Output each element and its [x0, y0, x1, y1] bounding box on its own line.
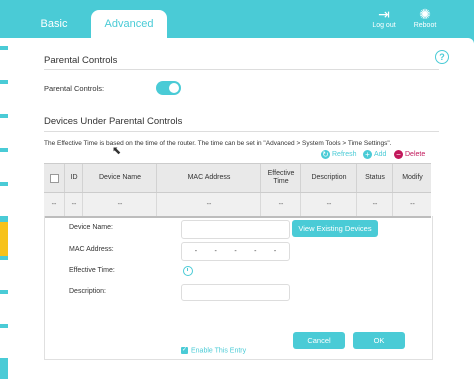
clock-icon[interactable] [183, 266, 193, 276]
view-existing-devices-button[interactable]: View Existing Devices [292, 220, 378, 237]
ok-button[interactable]: OK [353, 332, 405, 349]
rail-segment[interactable] [0, 118, 8, 148]
help-icon[interactable]: ? [435, 50, 449, 64]
delete-icon: − [394, 149, 403, 159]
description-label: Description: [69, 288, 106, 295]
rail-segment[interactable] [0, 294, 8, 324]
rail-segment[interactable] [0, 186, 8, 216]
parental-controls-toggle[interactable] [156, 81, 181, 95]
reboot-label: Reboot [413, 22, 437, 29]
reboot-button[interactable]: ✺ Reboot [405, 6, 445, 29]
toggle-knob [169, 83, 179, 93]
add-button[interactable]: + Add [363, 149, 386, 160]
refresh-icon: ↻ [321, 149, 330, 159]
row-cell: -- [156, 193, 261, 216]
checkbox-checked-icon: ✓ [181, 347, 188, 354]
device-name-input[interactable] [181, 220, 290, 239]
mac-address-input[interactable]: - - - - - [181, 242, 290, 261]
logout-button[interactable]: ⇥ Log out [364, 6, 404, 29]
rail-segment[interactable] [0, 38, 8, 46]
table-row[interactable]: -- -- -- -- -- -- -- -- [44, 192, 431, 218]
row-cell: -- [51, 201, 57, 208]
reboot-icon: ✺ [419, 6, 431, 22]
enable-entry-label: Enable This Entry [191, 347, 247, 355]
mac-separator: - [273, 248, 277, 255]
tab-basic[interactable]: Basic [28, 10, 80, 38]
row-cell: -- [356, 193, 393, 216]
mac-separator: - [194, 248, 198, 255]
header-device-name: Device Name [82, 164, 157, 192]
effective-time-label: Effective Time: [69, 267, 115, 274]
add-label: Add [374, 151, 387, 158]
top-bar: Basic Advanced ⇥ Log out ✺ Reboot [0, 0, 474, 38]
description-input[interactable] [181, 284, 290, 301]
logout-icon: ⇥ [378, 6, 390, 22]
rail-segment[interactable] [0, 84, 8, 114]
header-modify: Modify [392, 164, 432, 192]
divider [44, 131, 439, 132]
header-mac-address: MAC Address [156, 164, 261, 192]
delete-button[interactable]: − Delete [394, 149, 425, 160]
header-description: Description [300, 164, 357, 192]
header-id: ID [64, 164, 83, 192]
divider [44, 69, 439, 70]
devices-table: ID Device Name MAC Address Effective Tim… [44, 163, 431, 218]
mac-separator: - [254, 248, 257, 255]
section-title-parental-controls: Parental Controls [44, 55, 118, 66]
main-panel: ? Parental Controls Parental Controls: D… [8, 38, 474, 379]
header-effective-time: Effective Time [260, 164, 301, 192]
refresh-label: Refresh [332, 151, 357, 158]
rail-segment[interactable] [0, 328, 8, 358]
add-device-form: Device Name: View Existing Devices MAC A… [44, 216, 433, 360]
rail-segment[interactable] [0, 50, 8, 80]
refresh-button[interactable]: ↻ Refresh [321, 149, 357, 160]
header-status: Status [356, 164, 393, 192]
table-header: ID Device Name MAC Address Effective Tim… [44, 163, 431, 192]
row-cell: -- [392, 193, 432, 216]
mouse-pointer-icon: ⬉ [112, 145, 122, 157]
mac-address-label: MAC Address: [69, 246, 114, 253]
row-cell: -- [260, 193, 301, 216]
header-select-all[interactable] [44, 164, 64, 192]
mac-separator: - [214, 248, 217, 255]
delete-label: Delete [405, 151, 426, 158]
mac-separator: - [234, 248, 237, 255]
left-rail [0, 38, 8, 379]
section-title-devices: Devices Under Parental Controls [44, 116, 183, 127]
row-cell: -- [64, 193, 83, 216]
cancel-button[interactable]: Cancel [293, 332, 345, 349]
enable-entry-checkbox[interactable]: ✓ Enable This Entry [181, 347, 246, 354]
add-icon: + [363, 149, 372, 159]
tab-advanced[interactable]: Advanced [91, 10, 167, 38]
rail-segment-active[interactable] [0, 222, 8, 256]
effective-time-note: The Effective Time is based on the time … [44, 140, 392, 147]
device-name-label: Device Name: [69, 224, 113, 231]
parental-controls-label: Parental Controls: [44, 84, 105, 93]
select-all-checkbox[interactable] [49, 173, 59, 183]
rail-segment[interactable] [0, 152, 8, 182]
rail-segment[interactable] [0, 260, 8, 290]
row-cell: -- [300, 193, 357, 216]
row-cell: -- [82, 193, 157, 216]
logout-label: Log out [372, 22, 396, 29]
